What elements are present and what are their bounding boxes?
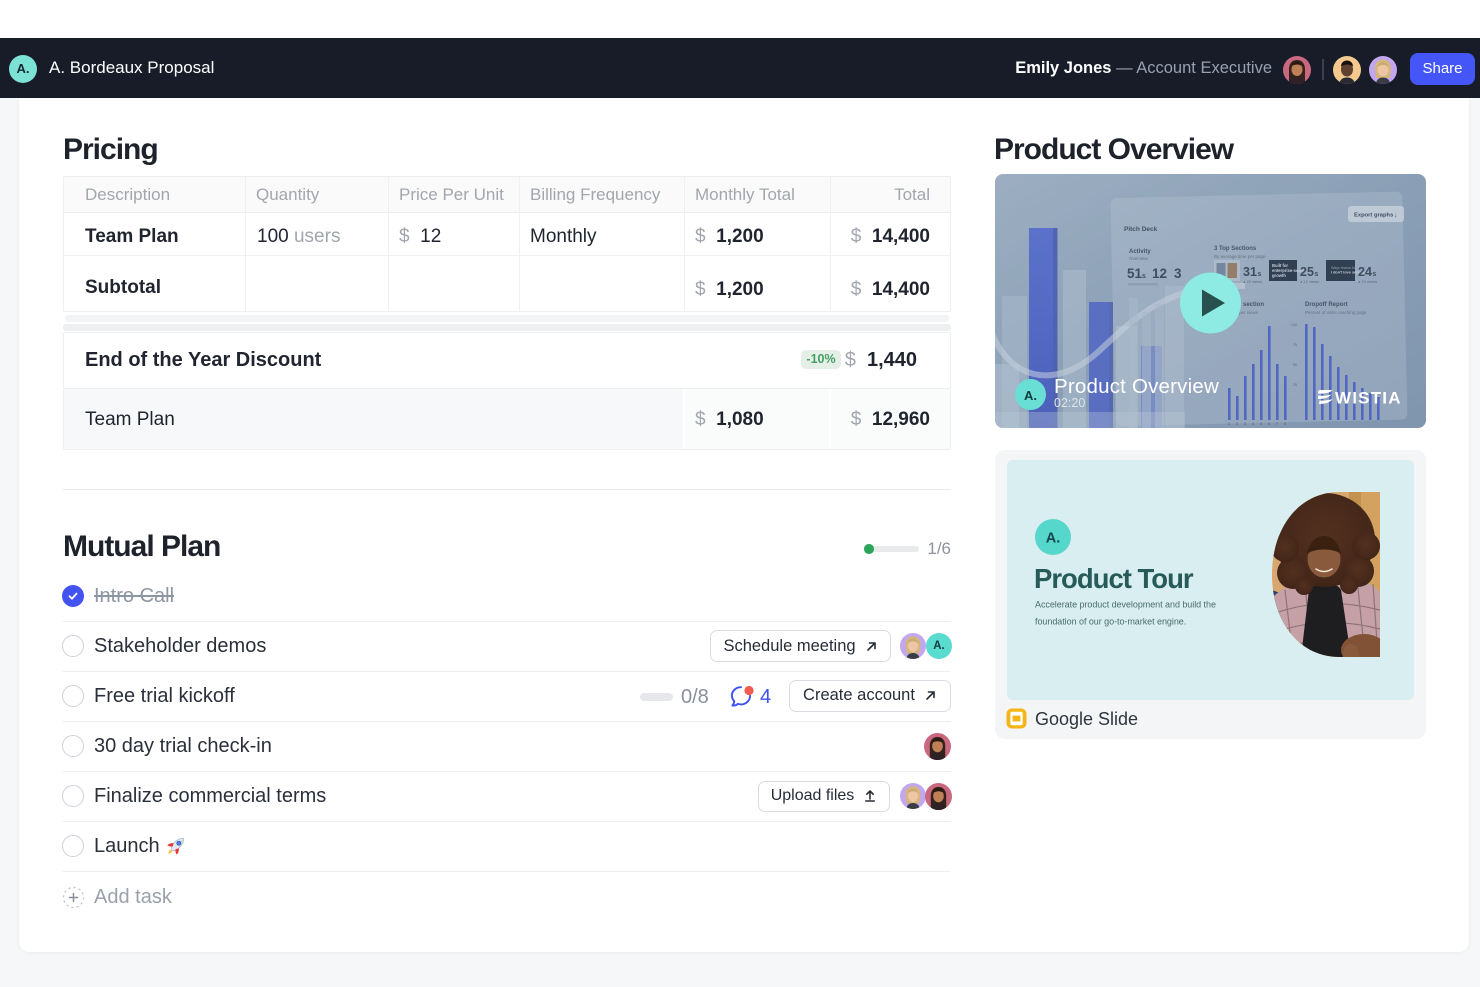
svg-text:02:20: 02:20 [1054,396,1085,410]
svg-text:A.: A. [1024,388,1037,403]
svg-text:A.: A. [1046,531,1061,547]
svg-text:Accelerate product development: Accelerate product development and build… [1035,600,1216,610]
svg-text:WISTIA: WISTIA [1335,389,1402,408]
svg-text:Product Tour: Product Tour [1034,563,1194,594]
svg-text:foundation of our go-to-market: foundation of our go-to-market engine. [1035,617,1186,627]
svg-text:Product Overview: Product Overview [1054,375,1219,398]
